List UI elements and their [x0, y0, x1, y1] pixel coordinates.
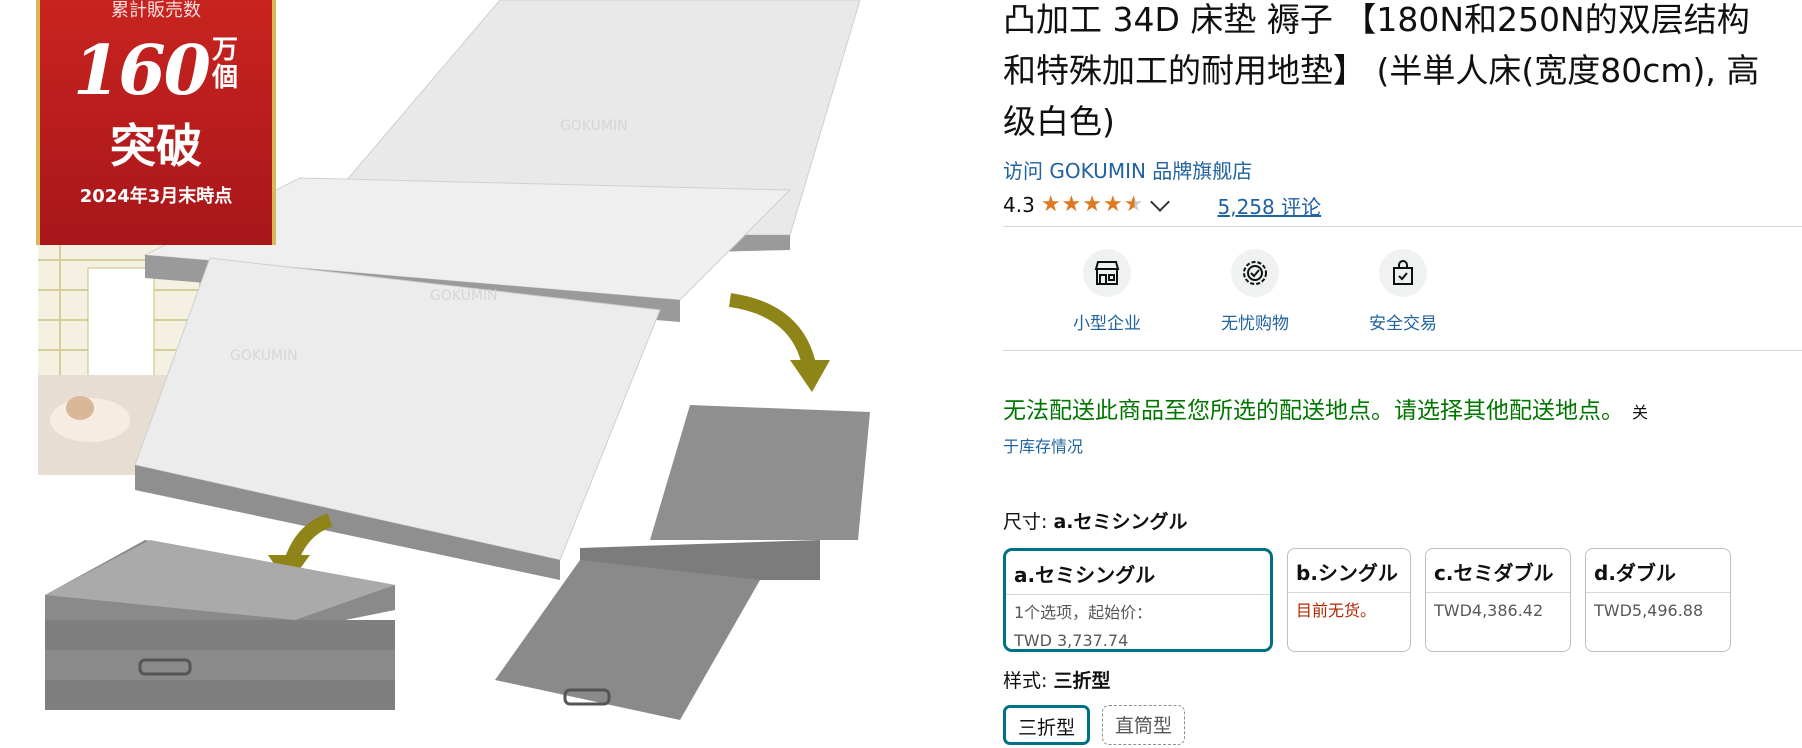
badge-count-unit: 万個: [211, 35, 238, 93]
star-icon: ★: [1040, 192, 1061, 217]
size-option-name: c.セミダブル: [1434, 561, 1554, 585]
svg-text:GOKUMIN: GOKUMIN: [430, 288, 498, 304]
rating-row: 4.3 ★ ★ ★ ★ ★ 5,258 评论: [1003, 190, 1802, 220]
delivery-text: 无法配送此商品至您所选的配送地点。请选择其他配送地点。: [1003, 398, 1624, 424]
style-option-straight[interactable]: 直筒型: [1102, 705, 1186, 745]
style-option-trifold[interactable]: 三折型: [1003, 705, 1091, 745]
product-title: 凸加工 34D 床垫 褥子 【180N和250N的双层结构和特殊加工的耐用地垫】…: [1003, 0, 1760, 141]
feature-small-business[interactable]: 小型企业: [1033, 249, 1181, 334]
star-icon: ★: [1082, 192, 1103, 217]
size-option-name: a.セミシングル: [1014, 563, 1156, 587]
badge-count: 160 万個: [40, 36, 272, 106]
badge-break-text: 突破: [110, 119, 202, 173]
size-option-single[interactable]: b.シングル 目前无货。: [1287, 548, 1411, 652]
size-selected-value: a.セミシングル: [1053, 511, 1188, 533]
product-image[interactable]: GOKUMIN GOKUMIN GOKUMIN 累計販売数 160 万個 突破 …: [0, 0, 990, 747]
badge-count-number: 160: [73, 31, 211, 111]
delivery-message: 无法配送此商品至您所选的配送地点。请选择其他配送地点。关: [1003, 395, 1802, 429]
divider: [1003, 350, 1802, 351]
size-option-options-count: 1个选项，起始价：: [1014, 603, 1153, 622]
star-icon: ★: [1061, 192, 1082, 217]
size-option-name: d.ダブル: [1594, 561, 1676, 585]
badge-date: 2024年3月末時点: [79, 186, 233, 207]
stock-info-link[interactable]: 于库存情况: [1003, 433, 1802, 457]
badge-check-icon: [1231, 249, 1279, 297]
features-row: 小型企业 无忧购物 安全交易: [1003, 249, 1802, 334]
size-option-price: 1个选项，起始价： TWD 3,737.74: [1006, 594, 1270, 659]
feature-label: 安全交易: [1369, 314, 1437, 334]
style-options: 三折型 直筒型: [1003, 705, 1802, 745]
style-label: 样式: 三折型: [1003, 666, 1802, 693]
chevron-down-icon[interactable]: [1150, 192, 1171, 212]
product-info: 凸加工 34D 床垫 褥子 【180N和250N的双层结构和特殊加工的耐用地垫】…: [1003, 0, 1802, 747]
brand-store-link[interactable]: 访问 GOKUMIN 品牌旗舰店: [1003, 155, 1802, 184]
star-rating[interactable]: ★ ★ ★ ★ ★: [1041, 194, 1144, 216]
reviews-link[interactable]: 5,258 评论: [1217, 191, 1321, 220]
size-option-name: b.シングル: [1296, 561, 1398, 585]
size-option-price: TWD4,386.42: [1426, 592, 1570, 629]
svg-text:GOKUMIN: GOKUMIN: [230, 348, 298, 364]
style-selected-value: 三折型: [1053, 670, 1111, 692]
size-option-availability: 目前无货。: [1288, 592, 1410, 629]
size-option-start-price: TWD 3,737.74: [1014, 631, 1129, 650]
divider: [1003, 226, 1802, 227]
feature-secure-transaction[interactable]: 安全交易: [1329, 249, 1477, 334]
feature-label: 小型企业: [1073, 314, 1141, 334]
secure-bag-icon: [1379, 249, 1427, 297]
out-of-stock-text: 目前无货。: [1296, 601, 1377, 620]
size-option-price: TWD5,496.88: [1586, 592, 1730, 629]
feature-label: 无忧购物: [1221, 314, 1289, 334]
style-label-text: 样式:: [1003, 670, 1048, 692]
rating-number: 4.3: [1003, 193, 1035, 217]
sales-badge: 累計販売数 160 万個 突破 2024年3月末時点: [36, 0, 276, 245]
size-option-semi-double[interactable]: c.セミダブル TWD4,386.42: [1425, 548, 1571, 652]
mattress-folded: [45, 540, 395, 710]
size-option-double[interactable]: d.ダブル TWD5,496.88: [1585, 548, 1731, 652]
half-star-icon: ★: [1123, 192, 1144, 217]
svg-text:GOKUMIN: GOKUMIN: [560, 118, 628, 134]
size-label: 尺寸: a.セミシングル: [1003, 507, 1802, 534]
storefront-icon: [1083, 249, 1131, 297]
size-options: a.セミシングル 1个选项，起始价： TWD 3,737.74 b.シングル 目…: [1003, 548, 1802, 652]
size-option-semi-single[interactable]: a.セミシングル 1个选项，起始价： TWD 3,737.74: [1003, 548, 1273, 652]
badge-top-text: 累計販売数: [111, 0, 201, 21]
star-icon: ★: [1103, 192, 1123, 217]
stock-info-link-start[interactable]: 关: [1632, 403, 1648, 422]
size-label-text: 尺寸:: [1003, 511, 1048, 533]
feature-worry-free[interactable]: 无忧购物: [1181, 249, 1329, 334]
